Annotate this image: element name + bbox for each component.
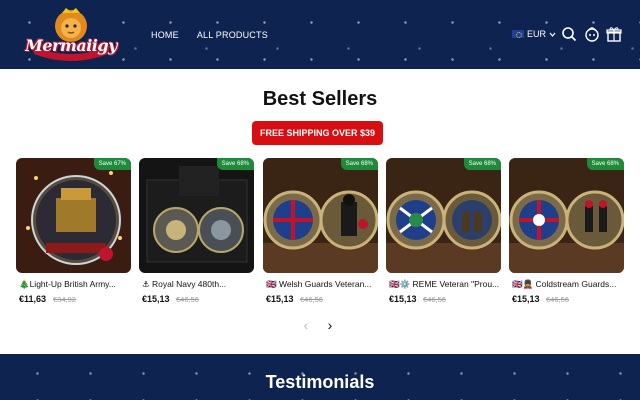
logo-text: Mermaiigy (25, 36, 117, 55)
testimonials-title: Testimonials (265, 372, 375, 392)
product-image[interactable]: Save 67% (16, 158, 131, 273)
product-name[interactable]: ⚓ Royal Navy 480th... (142, 279, 254, 290)
nav-home[interactable]: HOME (151, 30, 179, 40)
product-old-price: €34,92 (53, 295, 76, 304)
product-image[interactable]: Save 68% (386, 158, 501, 273)
product-price: €15,13 (142, 294, 170, 304)
ornament-image (16, 158, 131, 273)
discount-badge: Save 68% (216, 158, 254, 170)
currency-selector[interactable]: EUR (512, 29, 556, 39)
discount-badge: Save 68% (463, 158, 501, 170)
site-header: Mermaiigy HOME ALL PRODUCTS EUR (0, 0, 640, 69)
product-old-price: €46,56 (423, 295, 446, 304)
product-carousel: Save 67% 🎄Light-Up British Army... €11,6… (16, 158, 640, 308)
product-name[interactable]: 🇬🇧💂 Coldstream Guards... (512, 279, 624, 290)
product-name[interactable]: 🇬🇧⚙️ REME Veteran "Prou... (389, 279, 501, 290)
product-card[interactable]: Save 68% 🇬🇧⚙️ REME Veteran "Prou... €15,… (386, 158, 501, 308)
coins-image (263, 158, 378, 273)
carousel-prev-button[interactable]: ‹ (300, 318, 312, 332)
main-nav: HOME ALL PRODUCTS (151, 30, 268, 40)
product-price: €15,13 (389, 294, 417, 304)
product-price: €15,13 (266, 294, 294, 304)
product-old-price: €46,56 (546, 295, 569, 304)
coins-image (386, 158, 501, 273)
carousel-next-button[interactable]: › (324, 318, 336, 332)
logo[interactable]: Mermaiigy (24, 6, 118, 64)
discount-badge: Save 67% (93, 158, 131, 170)
product-image[interactable]: Save 68% (509, 158, 624, 273)
eu-flag-icon (512, 30, 524, 38)
section-title: Best Sellers (262, 88, 378, 110)
product-image[interactable]: Save 68% (263, 158, 378, 273)
product-image[interactable]: Save 68% (139, 158, 254, 273)
nav-all-products[interactable]: ALL PRODUCTS (197, 30, 268, 40)
product-card[interactable]: Save 67% 🎄Light-Up British Army... €11,6… (16, 158, 131, 308)
gift-icon[interactable] (606, 26, 622, 42)
currency-label: EUR (527, 29, 547, 39)
free-shipping-button[interactable]: FREE SHIPPING OVER $39 (252, 121, 383, 145)
product-card[interactable]: Save 68% 🇬🇧 Welsh Guards Veteran... €15,… (263, 158, 378, 308)
product-name[interactable]: 🎄Light-Up British Army... (19, 279, 131, 290)
product-old-price: €46,56 (300, 295, 323, 304)
account-icon[interactable] (584, 26, 600, 42)
carousel-pager: ‹ › (300, 318, 336, 332)
search-icon[interactable] (561, 26, 577, 42)
product-old-price: €46,56 (176, 295, 199, 304)
product-price: €15,13 (512, 294, 540, 304)
chevron-down-icon (549, 32, 556, 37)
coin-box-image (139, 158, 254, 273)
product-card[interactable]: Save 68% 🇬🇧💂 Coldstream Guards... €15,13… (509, 158, 624, 308)
product-price: €11,63 (19, 294, 47, 304)
discount-badge: Save 68% (340, 158, 378, 170)
product-card[interactable]: Save 68% ⚓ Royal Navy 480th... €15,13 €4… (139, 158, 254, 308)
discount-badge: Save 68% (586, 158, 624, 170)
coins-image (509, 158, 624, 273)
lion-mascot-icon (32, 8, 110, 61)
product-name[interactable]: 🇬🇧 Welsh Guards Veteran... (266, 279, 378, 290)
